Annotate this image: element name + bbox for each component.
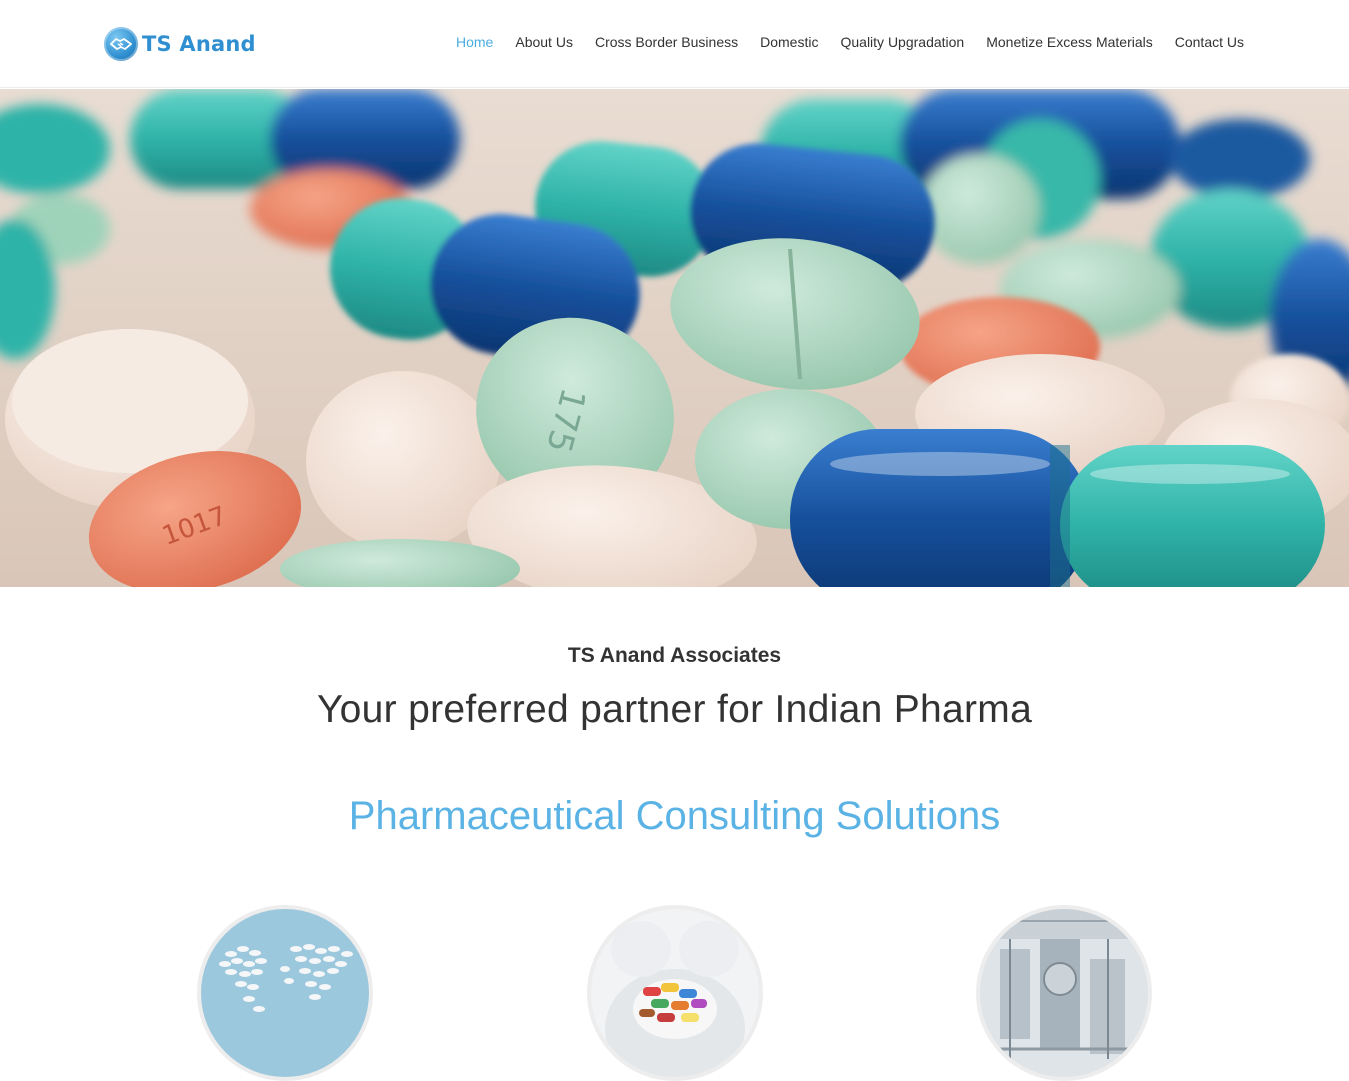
nav-cross-border-business[interactable]: Cross Border Business: [595, 34, 738, 50]
hero-banner: 1017 175: [0, 89, 1349, 587]
hands-holding-pills-image: [591, 909, 759, 1077]
nav-monetize-excess-materials[interactable]: Monetize Excess Materials: [986, 34, 1153, 50]
service-image-hands-pills[interactable]: [587, 905, 763, 1081]
service-image-factory[interactable]: [976, 905, 1152, 1081]
service-image-world-map[interactable]: [197, 905, 373, 1081]
nav-domestic[interactable]: Domestic: [760, 34, 818, 50]
site-header: TS Anand Home About Us Cross Border Busi…: [0, 0, 1349, 88]
nav-home[interactable]: Home: [456, 34, 493, 50]
nav-contact-us[interactable]: Contact Us: [1175, 34, 1244, 50]
main-nav: Home About Us Cross Border Business Dome…: [434, 34, 1244, 50]
nav-about-us[interactable]: About Us: [515, 34, 573, 50]
handshake-icon: [104, 27, 138, 61]
company-name: TS Anand Associates: [567, 644, 782, 667]
tagline-heading: Your preferred partner for Indian Pharma: [316, 688, 1033, 731]
pills-world-map-image: [201, 909, 369, 1077]
logo[interactable]: TS Anand: [104, 26, 256, 62]
logo-text: TS Anand: [142, 32, 256, 56]
nav-quality-upgradation[interactable]: Quality Upgradation: [840, 34, 964, 50]
section-title: Pharmaceutical Consulting Solutions: [348, 794, 1001, 838]
pharma-factory-image: [980, 909, 1148, 1077]
hero-pills-image: 1017 175: [0, 89, 1349, 587]
